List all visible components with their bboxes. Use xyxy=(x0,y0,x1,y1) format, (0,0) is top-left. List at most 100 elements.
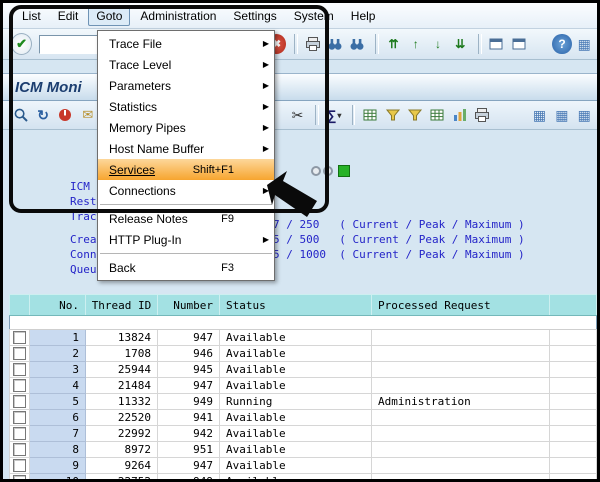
shortcut-icon[interactable] xyxy=(509,34,528,54)
header-status[interactable]: Status xyxy=(220,295,372,316)
table-row: 21708946Available xyxy=(10,346,597,362)
header-filler xyxy=(550,295,597,316)
cell-no: 2 xyxy=(30,346,86,362)
row-checkbox[interactable] xyxy=(13,363,26,376)
menu-item-release-notes[interactable]: Release NotesF9 xyxy=(98,208,274,229)
menu-item-label: Services xyxy=(109,163,155,177)
cell-filler xyxy=(550,474,597,482)
cell-no: 10 xyxy=(30,474,86,482)
cell-request xyxy=(372,410,550,426)
submenu-arrow-icon: ▶ xyxy=(263,102,269,112)
cell-filler xyxy=(550,346,597,362)
chart-icon[interactable] xyxy=(450,105,469,125)
menubar-item-edit[interactable]: Edit xyxy=(51,7,86,25)
cell-status: Available xyxy=(220,330,372,346)
row-checkbox[interactable] xyxy=(13,475,26,482)
find-icon[interactable] xyxy=(326,34,345,54)
menu-item-label: Statistics xyxy=(109,100,157,114)
refresh-icon[interactable]: ↻ xyxy=(33,105,52,125)
next-page-icon[interactable]: ↓ xyxy=(428,34,447,54)
menu-item-host-name-buffer[interactable]: Host Name Buffer▶ xyxy=(98,138,274,159)
cell-filler xyxy=(550,442,597,458)
menu-item-back[interactable]: BackF3 xyxy=(98,257,274,278)
header-processed-request[interactable]: Processed Request xyxy=(372,295,550,316)
standard-toolbar: ✔ ✖ ⇈ ↑ ↓ ⇊ ? ▦ xyxy=(3,29,597,60)
row-select-cell xyxy=(10,426,30,442)
filter-settings-icon[interactable] xyxy=(405,105,424,125)
menu-item-statistics[interactable]: Statistics ▶ xyxy=(98,96,274,117)
menu-item-services[interactable]: ServicesShift+F1 xyxy=(98,159,274,180)
row-checkbox[interactable] xyxy=(13,331,26,344)
menu-item-trace-file[interactable]: Trace File▶ xyxy=(98,33,274,54)
table-row: 88972951Available xyxy=(10,442,597,458)
cell-no: 3 xyxy=(30,362,86,378)
row-checkbox[interactable] xyxy=(13,347,26,360)
cell-request xyxy=(372,346,550,362)
menubar-item-help[interactable]: Help xyxy=(344,7,383,25)
menu-item-trace-level[interactable]: Trace Level▶ xyxy=(98,54,274,75)
message-icon[interactable]: ✉ xyxy=(78,105,97,125)
menubar-item-settings[interactable]: Settings xyxy=(226,7,283,25)
cell-no: 1 xyxy=(30,330,86,346)
layout-menu-icon[interactable]: ▦ xyxy=(575,34,594,54)
cell-no: 6 xyxy=(30,410,86,426)
cell-no: 8 xyxy=(30,442,86,458)
row-checkbox[interactable] xyxy=(13,459,26,472)
find-next-icon[interactable] xyxy=(348,34,367,54)
row-checkbox[interactable] xyxy=(13,427,26,440)
last-page-icon[interactable]: ⇊ xyxy=(451,34,470,54)
submenu-arrow-icon: ▶ xyxy=(263,235,269,245)
menubar-item-list[interactable]: List xyxy=(15,7,48,25)
menu-item-memory-pipes[interactable]: Memory Pipes▶ xyxy=(98,117,274,138)
cell-number: 947 xyxy=(158,458,220,474)
row-select-cell xyxy=(10,458,30,474)
cell-number: 949 xyxy=(158,474,220,482)
menu-item-connections[interactable]: Connections▶ xyxy=(98,180,274,201)
row-checkbox[interactable] xyxy=(13,411,26,424)
cell-number: 951 xyxy=(158,442,220,458)
first-page-icon[interactable]: ⇈ xyxy=(384,34,403,54)
previous-page-icon[interactable]: ↑ xyxy=(406,34,425,54)
cell-request xyxy=(372,442,550,458)
shutdown-icon[interactable] xyxy=(56,105,75,125)
row-checkbox[interactable] xyxy=(13,395,26,408)
menu-item-parameters[interactable]: Parameters▶ xyxy=(98,75,274,96)
row-checkbox[interactable] xyxy=(13,379,26,392)
sum-icon[interactable]: ∑▾ xyxy=(324,105,343,125)
cut-icon[interactable]: ✂ xyxy=(288,105,307,125)
enter-icon[interactable]: ✔ xyxy=(11,33,32,55)
row-checkbox[interactable] xyxy=(13,443,26,456)
help-icon[interactable]: ? xyxy=(552,34,571,54)
header-number[interactable]: Number xyxy=(158,295,220,316)
menu-item-label: Trace File xyxy=(109,37,162,51)
search-icon[interactable] xyxy=(11,105,30,125)
grid-view-icon[interactable]: ▦ xyxy=(530,105,549,125)
status-panel: ICM Status: Restart After Trace Level Cr… xyxy=(3,130,597,262)
cell-thread-id: 8972 xyxy=(86,442,158,458)
row-select-cell xyxy=(10,346,30,362)
header-thread-id[interactable]: Thread ID xyxy=(86,295,158,316)
menubar: List Edit Goto Administration Settings S… xyxy=(3,3,597,29)
row-select-cell xyxy=(10,394,30,410)
grid-settings-icon[interactable]: ▦ xyxy=(575,105,594,125)
icm-status-lights xyxy=(311,165,350,177)
new-session-icon[interactable] xyxy=(487,34,506,54)
cell-thread-id: 25944 xyxy=(86,362,158,378)
grid-columns-icon[interactable]: ▦ xyxy=(552,105,571,125)
print-icon[interactable] xyxy=(303,34,322,54)
export-spreadsheet-icon[interactable] xyxy=(360,105,379,125)
cell-request xyxy=(372,362,550,378)
cell-no: 9 xyxy=(30,458,86,474)
cell-filler xyxy=(550,330,597,346)
menubar-item-goto[interactable]: Goto xyxy=(88,6,130,26)
table-view-icon[interactable] xyxy=(428,105,447,125)
menu-item-http-plug-in[interactable]: HTTP Plug-In▶ xyxy=(98,229,274,250)
menubar-item-system[interactable]: System xyxy=(287,7,341,25)
filter-icon[interactable] xyxy=(383,105,402,125)
table-row: 622520941Available xyxy=(10,410,597,426)
toolbar-divider xyxy=(375,34,379,54)
menubar-item-administration[interactable]: Administration xyxy=(133,7,223,25)
print-preview-icon[interactable] xyxy=(472,105,491,125)
menu-item-shortcut: F9 xyxy=(221,213,258,225)
row-select-cell xyxy=(10,410,30,426)
